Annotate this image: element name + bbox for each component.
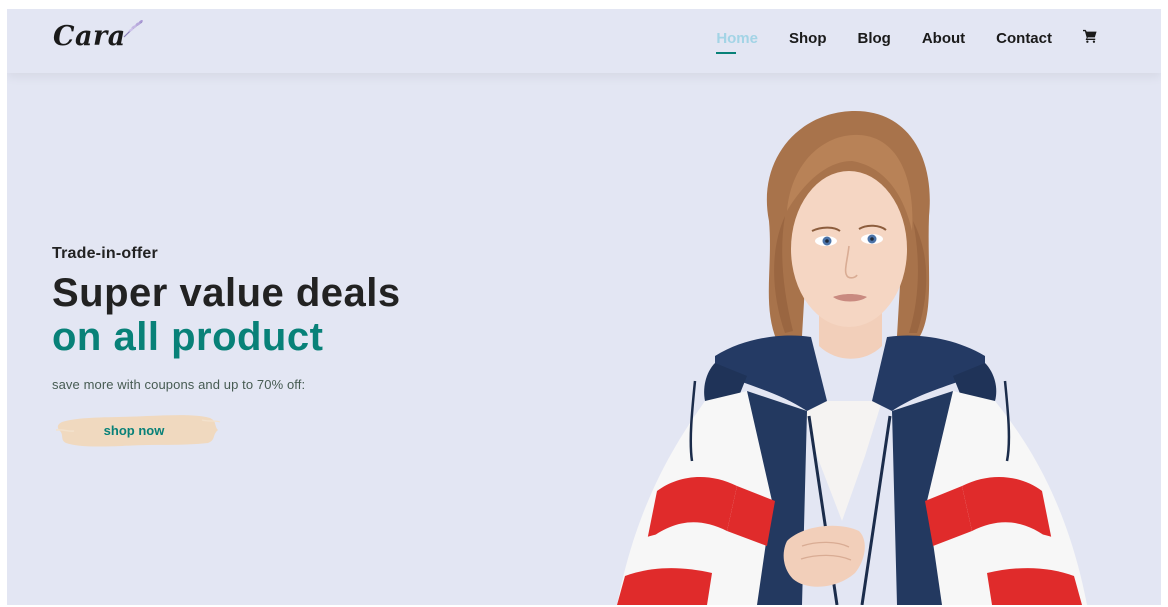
nav-item-about: About — [922, 30, 965, 51]
hero-title-line1: Super value deals — [52, 271, 401, 315]
shop-now-button[interactable]: shop now — [52, 410, 222, 450]
nav-item-blog: Blog — [858, 30, 891, 51]
cart-link[interactable] — [1083, 29, 1097, 51]
shop-now-label: shop now — [103, 422, 165, 438]
lavender-sprig-icon — [123, 20, 143, 38]
page-frame: Cara Home Shop Blog About Contact Trade-… — [7, 9, 1161, 605]
nav-link-shop[interactable]: Shop — [789, 30, 827, 51]
site-header: Cara Home Shop Blog About Contact — [7, 9, 1161, 73]
hero-kicker: Trade-in-offer — [52, 245, 158, 262]
nav-link-contact[interactable]: Contact — [996, 30, 1052, 51]
nav-link-home[interactable]: Home — [716, 30, 758, 54]
cart-icon — [1083, 29, 1097, 43]
hero-model-image — [617, 110, 1087, 605]
nav-item-home: Home — [716, 30, 758, 54]
hero-subtitle: save more with coupons and up to 70% off… — [52, 377, 306, 392]
nav-item-cart — [1083, 29, 1097, 51]
nav-item-contact: Contact — [996, 30, 1052, 51]
hero-section: Trade-in-offer Super value deals on all … — [52, 245, 401, 450]
brand-logo[interactable]: Cara — [53, 20, 144, 52]
main-nav: Home Shop Blog About Contact — [716, 29, 1097, 54]
brand-name: Cara — [53, 21, 126, 52]
nav-item-shop: Shop — [789, 30, 827, 51]
nav-link-blog[interactable]: Blog — [858, 30, 891, 51]
hero-title-line2: on all product — [52, 315, 324, 359]
nav-link-about[interactable]: About — [922, 30, 965, 51]
